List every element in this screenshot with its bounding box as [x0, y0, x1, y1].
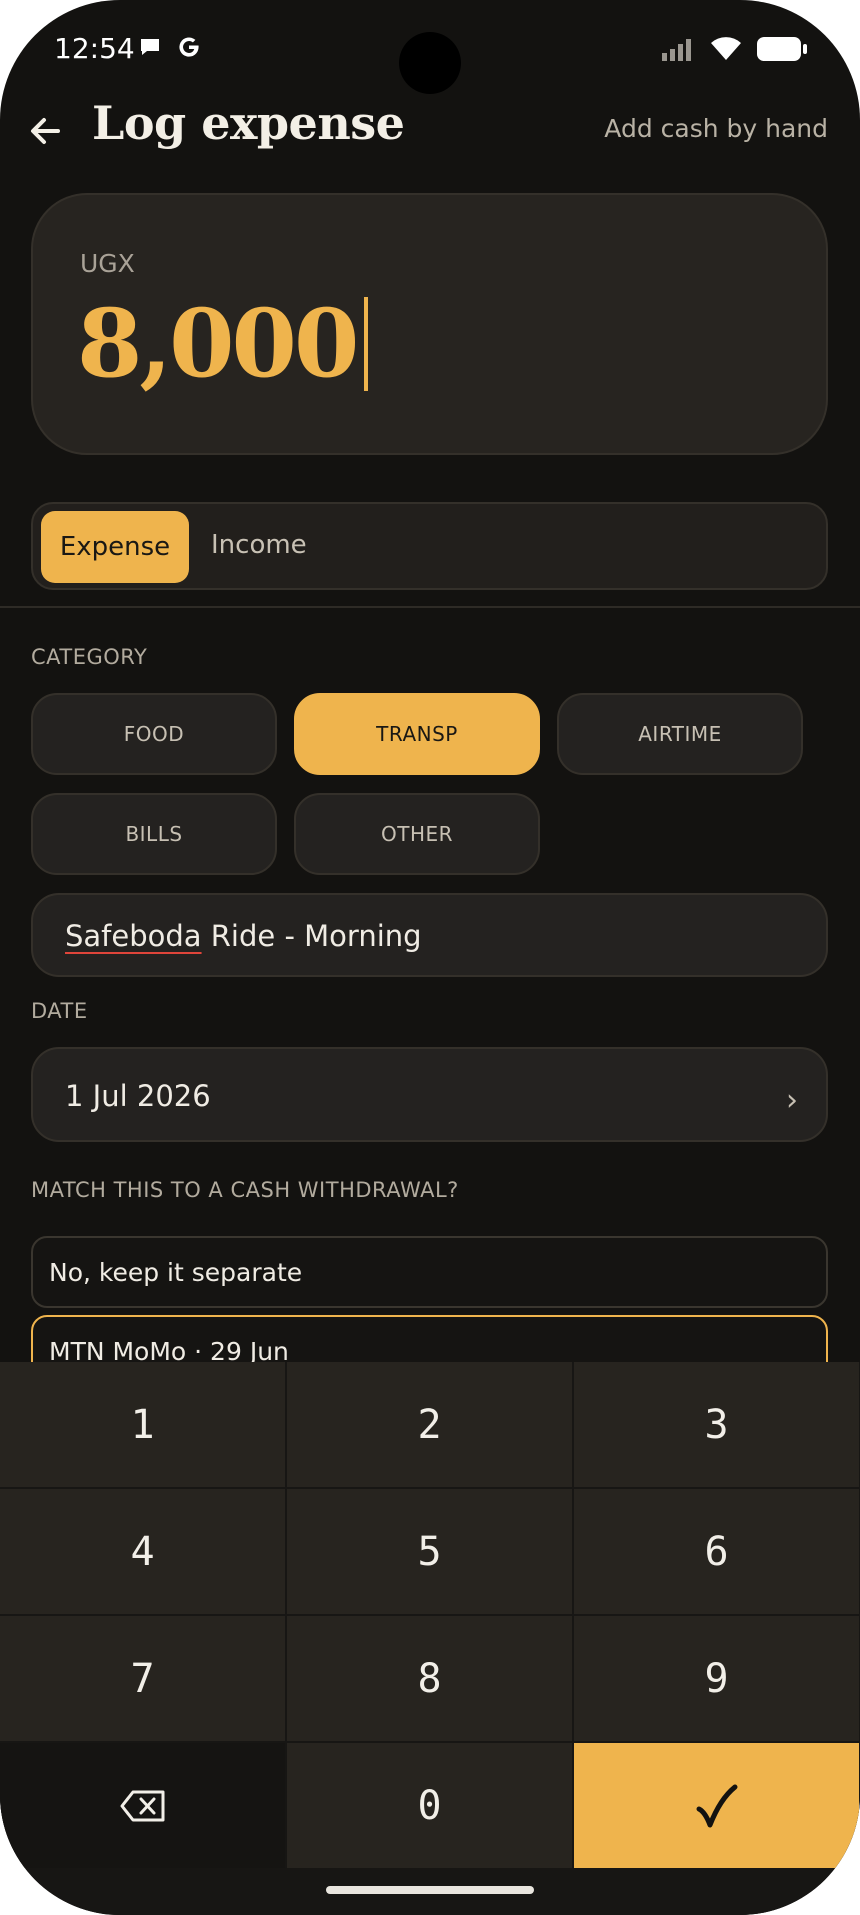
category-chip-bills[interactable]: BILLS — [31, 793, 277, 875]
text-caret — [364, 297, 369, 391]
amount-value: 8,000 — [77, 289, 359, 399]
status-time: 12:54 — [54, 32, 135, 65]
status-notification-icons — [138, 34, 202, 60]
amount-card[interactable]: UGX 8,000 — [31, 193, 828, 455]
status-system-icons — [662, 36, 808, 62]
category-chip-food[interactable]: FOOD — [31, 693, 277, 775]
key-9[interactable]: 9 — [574, 1616, 859, 1741]
date-picker-field[interactable]: 1 Jul 2026 › — [31, 1047, 828, 1142]
match-option-label: No, keep it separate — [49, 1258, 303, 1287]
key-4[interactable]: 4 — [0, 1489, 285, 1614]
category-chip-transport[interactable]: TRANSP — [294, 693, 540, 775]
category-label: CATEGORY — [31, 645, 148, 669]
backspace-icon — [120, 1790, 164, 1821]
phone-screen: 12:54 Log expense Add cash by hand UGX 8… — [0, 0, 860, 1915]
key-6[interactable]: 6 — [574, 1489, 859, 1614]
type-toggle: Expense Income — [31, 502, 828, 590]
note-field[interactable]: Safeboda Ride - Morning — [31, 893, 828, 977]
key-3[interactable]: 3 — [574, 1362, 859, 1487]
key-7[interactable]: 7 — [0, 1616, 285, 1741]
signal-icon — [662, 39, 691, 61]
amount-input[interactable]: 8,000 — [77, 289, 369, 399]
add-cash-by-hand-link[interactable]: Add cash by hand — [604, 114, 828, 143]
checkmark-icon — [696, 1784, 737, 1827]
key-1[interactable]: 1 — [0, 1362, 285, 1487]
home-indicator[interactable] — [326, 1886, 534, 1894]
expense-tab[interactable]: Expense — [41, 511, 189, 583]
income-tab[interactable]: Income — [211, 530, 307, 560]
category-chip-other[interactable]: OTHER — [294, 793, 540, 875]
category-chip-airtime[interactable]: AIRTIME — [557, 693, 803, 775]
date-label: DATE — [31, 999, 88, 1023]
battery-icon — [757, 37, 807, 61]
note-value: Safeboda Ride - Morning — [65, 919, 422, 953]
key-5[interactable]: 5 — [287, 1489, 572, 1614]
match-option-separate[interactable]: No, keep it separate — [31, 1236, 828, 1308]
chevron-right-icon: › — [786, 1083, 798, 1118]
key-2[interactable]: 2 — [287, 1362, 572, 1487]
key-8[interactable]: 8 — [287, 1616, 572, 1741]
page-title: Log expense — [92, 96, 405, 150]
match-withdrawal-label: MATCH THIS TO A CASH WITHDRAWAL? — [31, 1178, 459, 1202]
numeric-keypad: 1 2 3 4 5 6 7 8 9 0 — [0, 1362, 860, 1915]
note-rest: Ride - Morning — [201, 919, 422, 953]
arrow-left-icon — [31, 118, 60, 144]
wifi-icon — [711, 37, 741, 60]
google-icon — [179, 37, 199, 57]
back-button[interactable] — [28, 110, 64, 152]
confirm-button[interactable] — [574, 1743, 859, 1868]
front-camera — [399, 32, 461, 94]
section-divider — [0, 606, 860, 608]
note-misspelled-word: Safeboda — [65, 919, 202, 953]
currency-label: UGX — [80, 249, 135, 278]
chat-icon — [141, 39, 159, 55]
date-value: 1 Jul 2026 — [65, 1079, 211, 1113]
backspace-key[interactable] — [0, 1743, 285, 1868]
key-0[interactable]: 0 — [287, 1743, 572, 1868]
